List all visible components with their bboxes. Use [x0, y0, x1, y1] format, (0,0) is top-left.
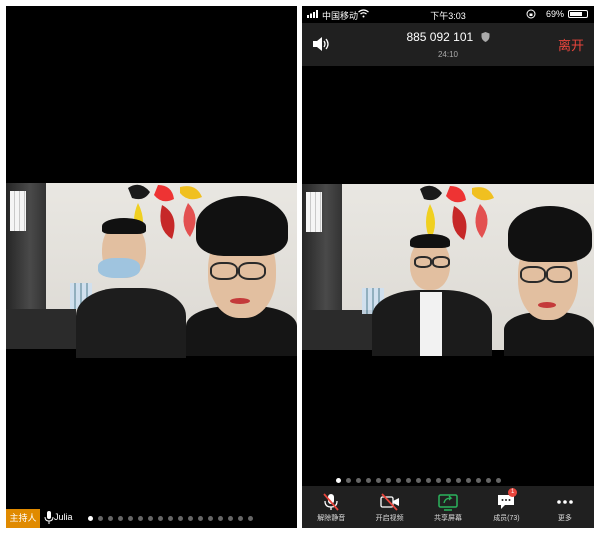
- page-dot[interactable]: [436, 478, 441, 483]
- page-dot[interactable]: [138, 516, 143, 521]
- participant-woman: [186, 196, 297, 356]
- meeting-header: 885 092 101 24:10 离开: [302, 23, 594, 66]
- status-bar: 中国移动 下午3:03 69%: [302, 6, 594, 22]
- shield-icon: [481, 32, 490, 42]
- page-dot[interactable]: [406, 478, 411, 483]
- leave-button[interactable]: 离开: [558, 35, 584, 54]
- page-indicator[interactable]: [88, 516, 253, 521]
- meeting-toolbar: 解除静音 开启视频 共享屏幕 1 成员(73) 更多: [302, 486, 594, 528]
- page-dot[interactable]: [238, 516, 243, 521]
- share-screen-label: 共享屏幕: [434, 515, 463, 522]
- page-dot[interactable]: [168, 516, 173, 521]
- page-dot[interactable]: [336, 478, 341, 483]
- unmute-label: 解除静音: [317, 515, 346, 522]
- page-dot[interactable]: [426, 478, 431, 483]
- page-dot[interactable]: [456, 478, 461, 483]
- participant-man: [372, 232, 492, 356]
- more-dots-icon: [557, 500, 573, 504]
- meeting-id-text: 885 092 101: [406, 30, 474, 44]
- page-dot[interactable]: [98, 516, 103, 521]
- unmute-button[interactable]: 解除静音: [302, 486, 360, 528]
- start-video-button[interactable]: 开启视频: [360, 486, 418, 528]
- page-dot[interactable]: [356, 478, 361, 483]
- page-dot[interactable]: [476, 478, 481, 483]
- page-indicator[interactable]: [336, 478, 501, 483]
- page-dot[interactable]: [396, 478, 401, 483]
- page-dot[interactable]: [466, 478, 471, 483]
- meeting-timer: 24:10: [437, 50, 459, 59]
- active-speaker-name: Julia: [54, 512, 73, 522]
- page-dot[interactable]: [248, 516, 253, 521]
- page-dot[interactable]: [108, 516, 113, 521]
- page-dot[interactable]: [178, 516, 183, 521]
- rotation-lock-icon: [526, 9, 536, 19]
- share-screen-icon: [438, 494, 458, 511]
- page-dot[interactable]: [208, 516, 213, 521]
- page-dot[interactable]: [88, 516, 93, 521]
- video-camera-off-icon: [379, 493, 399, 511]
- members-label: 成员(73): [493, 515, 520, 522]
- more-label: 更多: [557, 515, 572, 522]
- battery-percent: 69%: [545, 9, 564, 19]
- share-screen-button[interactable]: 共享屏幕: [419, 486, 477, 528]
- page-dot[interactable]: [148, 516, 153, 521]
- page-dot[interactable]: [346, 478, 351, 483]
- microphone-muted-icon: [323, 493, 339, 511]
- page-dot[interactable]: [386, 478, 391, 483]
- start-video-label: 开启视频: [375, 515, 404, 522]
- left-meeting-view: 主持人 Julia: [6, 6, 297, 528]
- page-dot[interactable]: [486, 478, 491, 483]
- microphone-icon: [44, 511, 54, 524]
- battery-icon: [568, 10, 588, 18]
- page-dot[interactable]: [496, 478, 501, 483]
- participant-woman: [504, 206, 594, 356]
- page-dot[interactable]: [158, 516, 163, 521]
- members-button[interactable]: 1 成员(73): [477, 486, 535, 528]
- meeting-id[interactable]: 885 092 101: [302, 30, 594, 44]
- page-dot[interactable]: [218, 516, 223, 521]
- page-dot[interactable]: [188, 516, 193, 521]
- participant-man: [76, 216, 186, 358]
- page-dot[interactable]: [128, 516, 133, 521]
- page-dot[interactable]: [366, 478, 371, 483]
- page-dot[interactable]: [376, 478, 381, 483]
- host-badge: 主持人: [6, 509, 40, 528]
- page-dot[interactable]: [446, 478, 451, 483]
- right-meeting-view: 中国移动 下午3:03 69% 885 092 101 24:10 离开 解除静…: [302, 6, 594, 528]
- page-dot[interactable]: [416, 478, 421, 483]
- more-button[interactable]: 更多: [536, 486, 594, 528]
- page-dot[interactable]: [228, 516, 233, 521]
- page-dot[interactable]: [118, 516, 123, 521]
- page-dot[interactable]: [198, 516, 203, 521]
